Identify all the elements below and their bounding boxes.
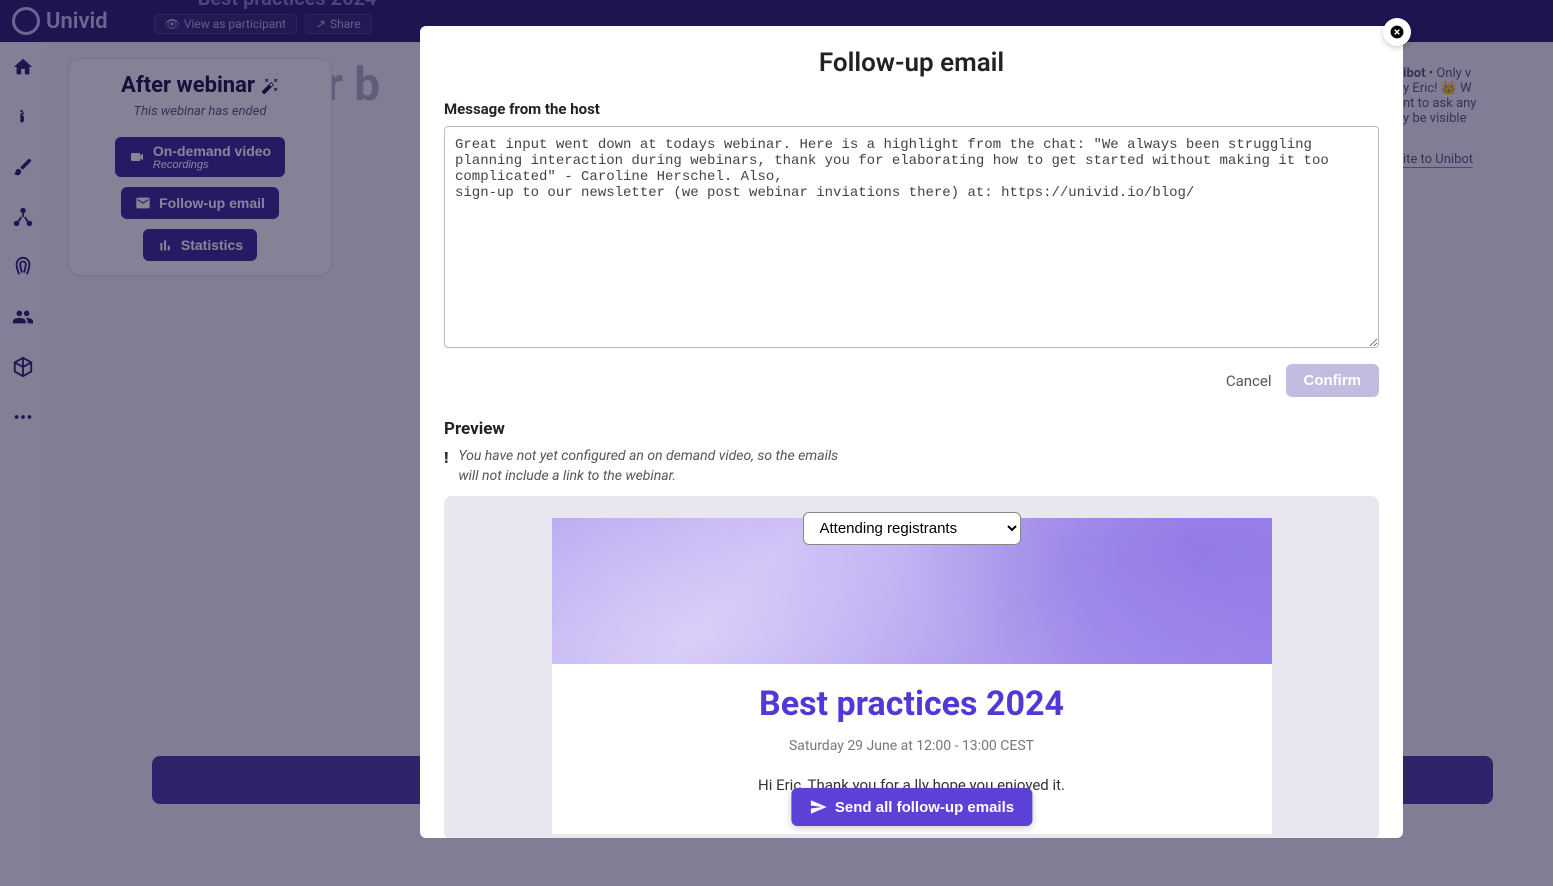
email-preview-date: Saturday 29 June at 12:00 - 13:00 CEST [576, 738, 1248, 754]
message-label: Message from the host [444, 100, 1379, 118]
send-all-button[interactable]: Send all follow-up emails [791, 788, 1032, 826]
confirm-button[interactable]: Confirm [1286, 364, 1380, 397]
modal-title: Follow-up email [444, 48, 1379, 78]
audience-select[interactable]: Attending registrants [803, 512, 1021, 545]
preview-label: Preview [444, 419, 1379, 439]
cancel-button[interactable]: Cancel [1226, 372, 1272, 390]
email-card: Best practices 2024 Saturday 29 June at … [552, 518, 1272, 834]
close-icon [1390, 25, 1404, 39]
follow-up-email-modal: Follow-up email Message from the host Ca… [420, 26, 1403, 838]
exclamation-icon: ! [444, 447, 448, 486]
preview-warning: ! You have not yet configured an on dema… [444, 447, 844, 486]
email-preview-title: Best practices 2024 [576, 684, 1248, 724]
send-icon [809, 798, 827, 816]
close-button[interactable] [1383, 18, 1411, 46]
email-preview-frame: Attending registrants Best practices 202… [444, 496, 1379, 838]
message-textarea[interactable] [444, 126, 1379, 348]
